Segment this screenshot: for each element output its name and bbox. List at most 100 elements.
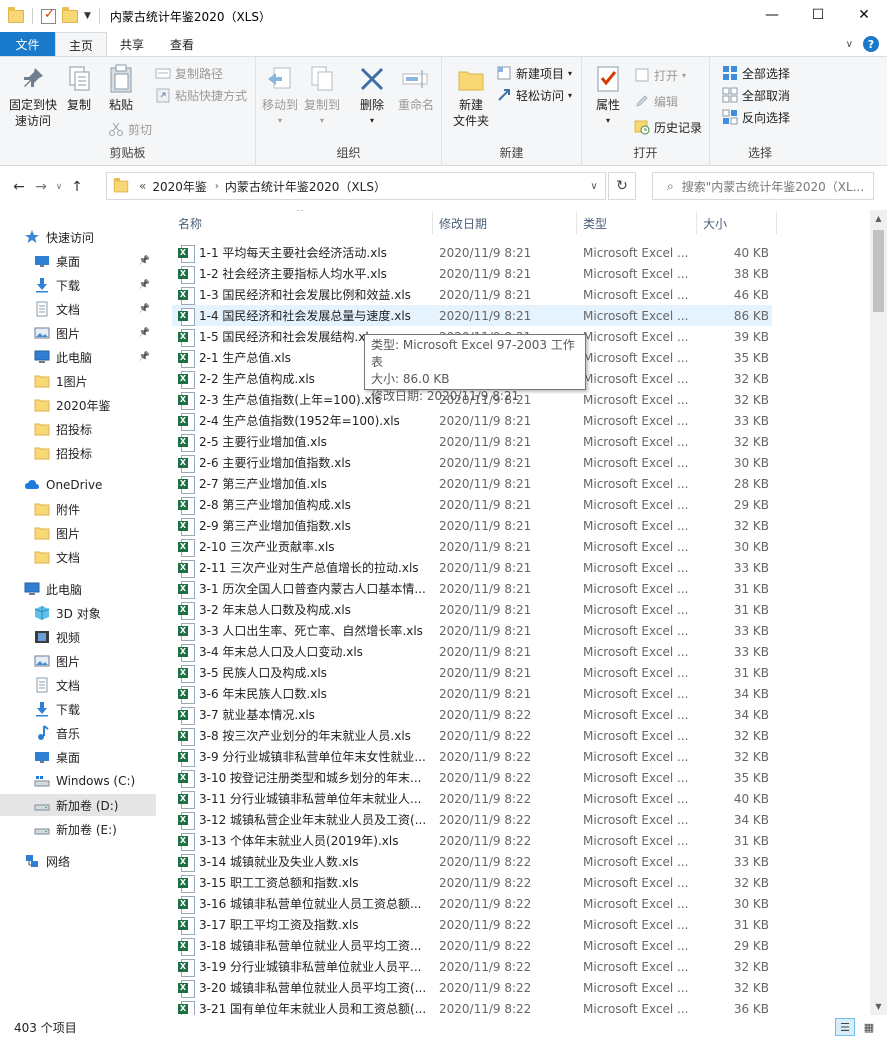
nav-network[interactable]: 网络 bbox=[0, 850, 156, 872]
file-row[interactable]: 2-7 第三产业增加值.xls 2020/11/9 8:21 Microsoft E… bbox=[172, 473, 772, 494]
file-row[interactable]: 3-10 按登记注册类型和城乡划分的年末... 2020/11/9 8:22 Mic… bbox=[172, 767, 772, 788]
file-row[interactable]: 2-8 第三产业增加值构成.xls 2020/11/9 8:21 Microsoft… bbox=[172, 494, 772, 515]
nav-quick-item[interactable]: 此电脑 📌 bbox=[0, 346, 156, 368]
column-header-size[interactable]: 大小 bbox=[703, 210, 727, 236]
nav-pc-item[interactable]: 文档 bbox=[0, 674, 156, 696]
properties-check-icon[interactable] bbox=[41, 7, 56, 24]
nav-pc-item[interactable]: 下载 bbox=[0, 698, 156, 720]
rename-button[interactable]: 重命名 bbox=[394, 63, 438, 113]
delete-button[interactable]: 删除 ▾ bbox=[352, 63, 392, 129]
file-row[interactable]: 3-19 分行业城镇非私营单位就业人员平... 2020/11/9 8:22 Mic… bbox=[172, 956, 772, 977]
nav-quick-item[interactable]: 招投标 bbox=[0, 418, 156, 440]
file-row[interactable]: 3-16 城镇非私营单位就业人员工资总额... 2020/11/9 8:22 Mic… bbox=[172, 893, 772, 914]
expand-ribbon-icon[interactable]: ∨ bbox=[846, 39, 853, 50]
file-row[interactable]: 1-2 社会经济主要指标人均水平.xls 2020/11/9 8:21 Micros… bbox=[172, 263, 772, 284]
copy-to-button[interactable]: 复制到 ▾ bbox=[302, 63, 342, 129]
file-row[interactable]: 1-3 国民经济和社会发展比例和效益.xls 2020/11/9 8:21 Micr… bbox=[172, 284, 772, 305]
breadcrumb-item[interactable]: 2020年鉴 bbox=[152, 178, 207, 195]
paste-shortcut-button[interactable]: 粘贴快捷方式 bbox=[155, 85, 247, 105]
select-none-button[interactable]: 全部取消 bbox=[722, 85, 790, 105]
nav-quick-item[interactable]: 桌面 📌 bbox=[0, 250, 156, 272]
file-row[interactable]: 3-7 就业基本情况.xls 2020/11/9 8:22 Microsoft Ex… bbox=[172, 704, 772, 725]
file-row[interactable]: 3-1 历次全国人口普查内蒙古人口基本情... 2020/11/9 8:21 Mic… bbox=[172, 578, 772, 599]
file-row[interactable]: 3-5 民族人口及构成.xls 2020/11/9 8:21 Microsoft E… bbox=[172, 662, 772, 683]
nav-quick-item[interactable]: 下载 📌 bbox=[0, 274, 156, 296]
recent-dropdown-icon[interactable]: ∨ bbox=[52, 182, 66, 192]
nav-pc-item[interactable]: 新加卷 (D:) bbox=[0, 794, 156, 816]
breadcrumb-overflow[interactable]: « bbox=[139, 179, 146, 193]
refresh-icon[interactable]: ↻ bbox=[608, 172, 636, 200]
properties-button[interactable]: 属性 ▾ bbox=[588, 63, 628, 129]
nav-pc-item[interactable]: 3D 对象 bbox=[0, 602, 156, 624]
file-row[interactable]: 3-14 城镇就业及失业人数.xls 2020/11/9 8:22 Microsof… bbox=[172, 851, 772, 872]
column-header-date[interactable]: 修改日期 bbox=[439, 210, 487, 236]
column-header-name[interactable]: 名称 bbox=[178, 210, 202, 236]
nav-quick-access[interactable]: 快速访问 bbox=[0, 226, 156, 248]
nav-onedrive[interactable]: OneDrive bbox=[0, 474, 156, 496]
file-row[interactable]: 2-6 主要行业增加值指数.xls 2020/11/9 8:21 Microsoft… bbox=[172, 452, 772, 473]
nav-onedrive-item[interactable]: 文档 bbox=[0, 546, 156, 568]
select-all-button[interactable]: 全部选择 bbox=[722, 63, 790, 83]
large-icons-view-icon[interactable]: ▦ bbox=[859, 1018, 879, 1036]
forward-arrow-icon[interactable]: → bbox=[30, 179, 52, 195]
breadcrumb-chevron-icon[interactable]: › bbox=[215, 181, 219, 192]
scroll-thumb[interactable] bbox=[873, 230, 884, 312]
tab-view[interactable]: 查看 bbox=[157, 32, 207, 56]
file-row[interactable]: 3-18 城镇非私营单位就业人员平均工资... 2020/11/9 8:22 Mic… bbox=[172, 935, 772, 956]
tab-home[interactable]: 主页 bbox=[55, 32, 108, 57]
file-row[interactable]: 3-3 人口出生率、死亡率、自然增长率.xls 2020/11/9 8:21 Mic… bbox=[172, 620, 772, 641]
nav-pc-item[interactable]: 图片 bbox=[0, 650, 156, 672]
tab-share[interactable]: 共享 bbox=[107, 32, 157, 56]
copy-path-button[interactable]: 复制路径 bbox=[155, 63, 223, 83]
back-arrow-icon[interactable]: ← bbox=[8, 179, 30, 195]
help-icon[interactable]: ? bbox=[863, 36, 879, 52]
file-row[interactable]: 2-11 三次产业对生产总值增长的拉动.xls 2020/11/9 8:21 Mic… bbox=[172, 557, 772, 578]
column-header-type[interactable]: 类型 bbox=[583, 210, 607, 236]
cut-button[interactable]: 剪切 bbox=[108, 119, 152, 139]
file-row[interactable]: 3-15 职工工资总额和指数.xls 2020/11/9 8:22 Microsof… bbox=[172, 872, 772, 893]
file-row[interactable]: 3-6 年末民族人口数.xls 2020/11/9 8:21 Microsoft E… bbox=[172, 683, 772, 704]
scroll-down-icon[interactable]: ▼ bbox=[870, 998, 887, 1015]
nav-this-pc[interactable]: 此电脑 bbox=[0, 578, 156, 600]
nav-quick-item[interactable]: 招投标 bbox=[0, 442, 156, 464]
file-row[interactable]: 2-5 主要行业增加值.xls 2020/11/9 8:21 Microsoft E… bbox=[172, 431, 772, 452]
address-dropdown-icon[interactable]: ∨ bbox=[583, 173, 605, 199]
new-folder-button[interactable]: 新建 文件夹 bbox=[448, 63, 494, 129]
copy-button[interactable]: 复制 bbox=[62, 63, 96, 113]
nav-pc-item[interactable]: 桌面 bbox=[0, 746, 156, 768]
invert-selection-button[interactable]: 反向选择 bbox=[722, 107, 790, 127]
new-item-button[interactable]: 新建项目 ▾ bbox=[496, 63, 572, 83]
file-row[interactable]: 1-4 国民经济和社会发展总量与速度.xls 2020/11/9 8:21 Micr… bbox=[172, 305, 772, 326]
nav-pc-item[interactable]: 新加卷 (E:) bbox=[0, 818, 156, 840]
file-row[interactable]: 3-11 分行业城镇非私营单位年末就业人... 2020/11/9 8:22 Mic… bbox=[172, 788, 772, 809]
tab-file[interactable]: 文件 bbox=[0, 32, 55, 56]
file-row[interactable]: 2-9 第三产业增加值指数.xls 2020/11/9 8:21 Microsoft… bbox=[172, 515, 772, 536]
nav-pc-item[interactable]: Windows (C:) bbox=[0, 770, 156, 792]
file-row[interactable]: 2-10 三次产业贡献率.xls 2020/11/9 8:21 Microsoft … bbox=[172, 536, 772, 557]
maximize-button[interactable]: ☐ bbox=[795, 0, 841, 30]
minimize-button[interactable]: — bbox=[749, 0, 795, 30]
file-row[interactable]: 3-4 年末总人口及人口变动.xls 2020/11/9 8:21 Microsof… bbox=[172, 641, 772, 662]
nav-onedrive-item[interactable]: 附件 bbox=[0, 498, 156, 520]
pin-quick-access-button[interactable]: 固定到快 速访问 bbox=[6, 63, 60, 129]
file-row[interactable]: 3-12 城镇私营企业年末就业人员及工资(... 2020/11/9 8:22 Mi… bbox=[172, 809, 772, 830]
move-to-button[interactable]: 移动到 ▾ bbox=[260, 63, 300, 129]
address-bar[interactable]: « 2020年鉴 › 内蒙古统计年鉴2020（XLS） ∨ bbox=[106, 172, 606, 200]
nav-pc-item[interactable]: 视频 bbox=[0, 626, 156, 648]
scroll-up-icon[interactable]: ▲ bbox=[870, 210, 887, 227]
file-row[interactable]: 3-20 城镇非私营单位就业人员平均工资(... 2020/11/9 8:22 Mi… bbox=[172, 977, 772, 998]
new-folder-icon[interactable] bbox=[62, 6, 78, 23]
open-button[interactable]: 打开 ▾ bbox=[634, 65, 686, 85]
file-row[interactable]: 3-13 个体年末就业人员(2019年).xls 2020/11/9 8:22 Mi… bbox=[172, 830, 772, 851]
breadcrumb-item[interactable]: 内蒙古统计年鉴2020（XLS） bbox=[225, 178, 386, 195]
file-row[interactable]: 3-9 分行业城镇非私营单位年末女性就业... 2020/11/9 8:22 Mic… bbox=[172, 746, 772, 767]
nav-quick-item[interactable]: 图片 📌 bbox=[0, 322, 156, 344]
details-view-icon[interactable]: ☰ bbox=[835, 1018, 855, 1036]
nav-pc-item[interactable]: 音乐 bbox=[0, 722, 156, 744]
qat-dropdown-icon[interactable]: ▼ bbox=[84, 11, 91, 21]
nav-quick-item[interactable]: 1图片 bbox=[0, 370, 156, 392]
file-row[interactable]: 3-21 国有单位年末就业人员和工资总额(... 2020/11/9 8:22 Mi… bbox=[172, 998, 772, 1015]
paste-button[interactable]: 粘贴 bbox=[104, 63, 138, 113]
edit-button[interactable]: 编辑 bbox=[634, 91, 678, 111]
up-arrow-icon[interactable]: ↑ bbox=[66, 179, 88, 195]
